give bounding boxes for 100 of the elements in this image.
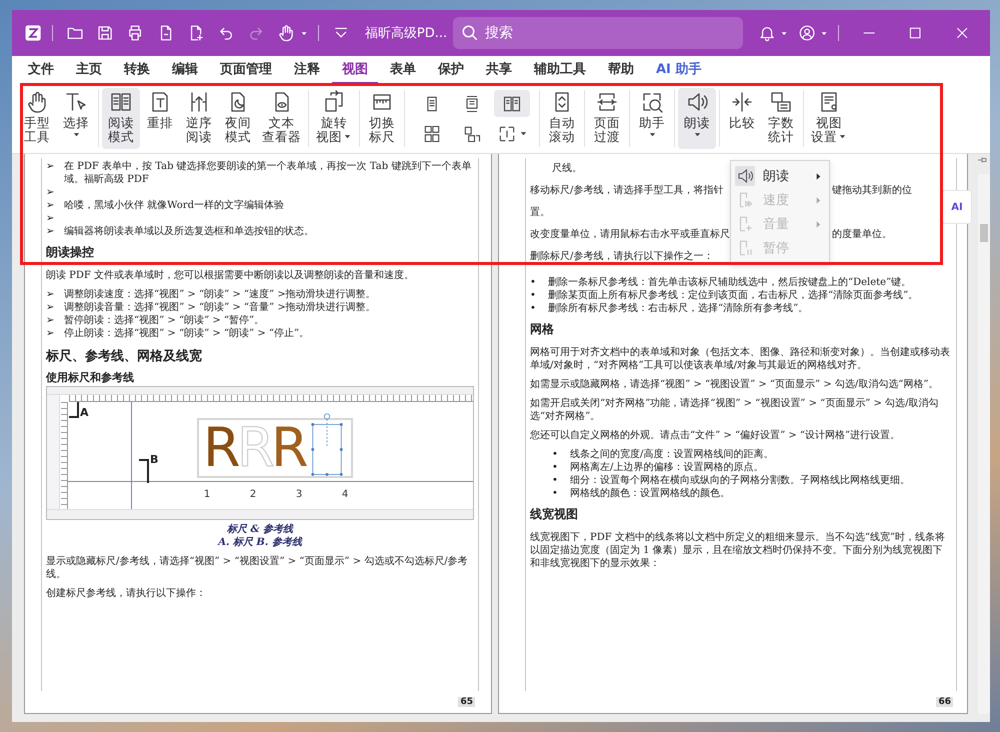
figure-caption: 标尺 & 参考线 bbox=[226, 523, 294, 536]
bullet-marker: ➢ bbox=[46, 160, 55, 174]
menu-tab[interactable]: 注释 bbox=[284, 58, 330, 84]
paragraph: 键拖动其到新的位 bbox=[831, 184, 913, 198]
section-heading: 网格 bbox=[530, 323, 555, 336]
two-page-scroll-icon bbox=[422, 124, 442, 144]
menu-tab[interactable]: 转换 bbox=[114, 58, 160, 84]
column-number: 2 bbox=[248, 488, 258, 501]
bullet-marker: ➢ bbox=[46, 225, 55, 238]
bullet-marker: • bbox=[552, 461, 559, 474]
paragraph: 创建标尺参考线，请执行以下操作： bbox=[46, 587, 207, 600]
menu-tab[interactable]: 保护 bbox=[428, 58, 474, 84]
paragraph: 尺线。 bbox=[551, 162, 583, 176]
ribbon-button[interactable]: 比较 bbox=[723, 88, 761, 149]
list-item-text: 细分：设置每个网格在横向或纵向的子网格分割数。子网格线比网格线更细。 bbox=[570, 474, 910, 487]
caret-icon bbox=[518, 129, 528, 138]
list-item-text: 网格线的颜色：设置网格线的颜色。 bbox=[570, 487, 730, 500]
bullet-marker: ➢ bbox=[46, 314, 55, 327]
paragraph: 删除标尺/参考线，请执行以下操作之一： bbox=[530, 250, 714, 264]
ribbon-button[interactable]: 重排 bbox=[141, 88, 179, 149]
paragraph: 线宽视图下，PDF 文档中的线条将以文档中所定义的粗细来显示。当不勾选“线宽”时，线条将以固定描边宽度（固定为 1 像素）显示，且在缩放文档时仍保持不变。下面分别为线宽视图下和非线宽视图下的显示效果： bbox=[530, 531, 946, 570]
bullet-marker: • bbox=[530, 276, 537, 289]
ribbon-button[interactable]: 手型 工具 bbox=[18, 88, 56, 149]
submenu-arrow-icon bbox=[814, 196, 823, 204]
page-number: 65 bbox=[458, 697, 475, 707]
menu-tab[interactable]: 文件 bbox=[18, 58, 64, 84]
paragraph: 网格可用于对齐文档中的表单域和对象（包括文本、图像、路径和渐变对象）。当创建或移动表单域/对象时，“对齐网格”工具可以使该表单域/对象与其最近的网格线对齐。 bbox=[530, 346, 951, 372]
menu-tab[interactable]: 辅助工具 bbox=[524, 58, 596, 84]
app-logo-icon[interactable] bbox=[24, 23, 42, 43]
ribbon-button[interactable]: 夜间 模式 bbox=[219, 88, 257, 149]
ribbon-button[interactable]: 视图 设置 bbox=[807, 88, 851, 149]
list-item-text: 编辑器将朗读表单域以及所选复选框和单选按钮的状态。 bbox=[64, 225, 314, 238]
list-item-text: 线条之间的宽度/高度：设置网格线间的距离。 bbox=[570, 448, 774, 461]
view-layout-button[interactable] bbox=[494, 90, 530, 117]
subsection-heading: 使用标尺和参考线 bbox=[46, 371, 135, 384]
ribbon-button[interactable]: 切换 标尺 bbox=[363, 88, 401, 149]
list-item-text: 哈喽，黑域小伙伴 就像Word一样的文字编辑体验 bbox=[64, 199, 284, 212]
paragraph: 您还可以自定义网格的外观。请点击“文件” > “偏好设置” > “设计网格”进行设置。 bbox=[530, 429, 902, 442]
figure-caption: A. 标尺 B. 参考线 bbox=[216, 536, 304, 549]
ribbon-button[interactable]: 旋转 视图 bbox=[312, 88, 356, 149]
menu-tab[interactable]: 帮助 bbox=[598, 58, 644, 84]
ai-assistant-button[interactable]: AI bbox=[942, 190, 972, 224]
ribbon-button[interactable]: 字数 统计 bbox=[762, 88, 800, 149]
callout-label: A bbox=[80, 406, 89, 419]
column-number: 4 bbox=[340, 488, 350, 501]
menu-item[interactable]: 朗读 bbox=[731, 164, 829, 188]
list-item-text: 删除一条标尺参考线：首先单击该标尺辅助线选中，然后按键盘上的“Delete”键。 bbox=[548, 276, 912, 289]
bullet-marker: ➢ bbox=[46, 327, 55, 340]
bullet-marker: ➢ bbox=[46, 199, 55, 212]
bullet-marker: ➢ bbox=[46, 212, 55, 225]
ribbon-button[interactable]: 助手 bbox=[633, 88, 671, 149]
menu-tab[interactable]: 视图 bbox=[332, 58, 378, 84]
bracket-drawing bbox=[139, 459, 149, 483]
menu-tab[interactable]: 页面管理 bbox=[210, 58, 282, 84]
paragraph: 如需开启或关闭“对齐网格”功能，请选择“视图” > “视图设置” > “页面显示” > 勾选/取消勾选“对齐网格”。 bbox=[530, 397, 940, 423]
list-item-text: 停止朗读：选择“视图” > “朗读” > “朗读” > “停止”。 bbox=[64, 327, 310, 340]
submenu-arrow-icon bbox=[814, 172, 823, 180]
hand-icon[interactable] bbox=[277, 23, 296, 43]
column-number: 1 bbox=[202, 488, 212, 501]
word-count-icon bbox=[769, 90, 793, 114]
list-item-text: 在 PDF 表单中，按 Tab 键选择您要朗读的第一个表单域，再按一次 Tab 键跳到下一个表单域。福昕高级 PDF bbox=[64, 160, 472, 186]
paragraph: 移动标尺/参考线，请选择手型工具，将指针 bbox=[530, 184, 724, 198]
section-heading: 朗读操控 bbox=[46, 246, 95, 259]
paragraph: 如需显示或隐藏网格，请选择“视图” > “视图设置” > “页面显示” > 勾选/取消勾选“网格”。 bbox=[530, 378, 940, 391]
ribbon-button[interactable]: 选择 bbox=[57, 88, 95, 149]
paragraph: 的度量单位。 bbox=[831, 228, 893, 242]
bullet-marker: ➢ bbox=[46, 301, 55, 314]
list-item-text: 暂停朗读：选择“视图” > “朗读” > “暂停”。 bbox=[64, 314, 264, 327]
list-item-text: 调整朗读速度：选择“视图” > “朗读” > “速度” >拖动滑块进行调整。 bbox=[64, 288, 376, 301]
bracket-drawing bbox=[69, 402, 79, 418]
ribbon-button[interactable]: 文本 查看器 bbox=[258, 88, 305, 149]
search-icon bbox=[461, 24, 480, 42]
ribbon-button[interactable]: 页面 过渡 bbox=[588, 88, 626, 149]
list-item-text: 删除所有标尺参考线：右击标尺，选择“清除所有参考线”。 bbox=[548, 302, 808, 315]
page-number: 66 bbox=[936, 697, 953, 707]
list-item-text: 删除某页面上所有标尺参考线：定位到该页面，右击标尺，选择“清除页面参考线”。 bbox=[548, 289, 918, 302]
section-heading: 线宽视图 bbox=[530, 508, 579, 521]
bullet-marker: ➢ bbox=[46, 186, 55, 199]
bullet-marker: • bbox=[552, 487, 559, 500]
ribbon-button[interactable]: 阅读 模式 bbox=[102, 88, 140, 149]
menu-tab[interactable]: 表单 bbox=[380, 58, 426, 84]
user-icon[interactable] bbox=[798, 23, 816, 43]
window-title: 福昕高级PD... bbox=[364, 25, 448, 42]
scrollbar[interactable] bbox=[978, 174, 990, 714]
menu-tab[interactable]: 编辑 bbox=[162, 58, 208, 84]
menu-tab[interactable]: 共享 bbox=[476, 58, 522, 84]
bullet-marker: • bbox=[530, 302, 537, 315]
bullet-marker: • bbox=[530, 289, 537, 302]
bullet-marker: ➢ bbox=[46, 288, 55, 301]
scrollbar-thumb[interactable] bbox=[980, 224, 988, 242]
bullet-marker: • bbox=[552, 448, 559, 461]
ribbon-button[interactable]: 逆序 阅读 bbox=[180, 88, 218, 149]
submenu-arrow-icon bbox=[814, 220, 823, 228]
sample-letter: R bbox=[203, 421, 237, 475]
menu-tab[interactable]: 主页 bbox=[66, 58, 112, 84]
ribbon-button[interactable]: 朗读 bbox=[678, 88, 716, 149]
menu-tab[interactable]: AI 助手 bbox=[646, 58, 712, 84]
list-item-text: 网格离左/上边界的偏移：设置网格的原点。 bbox=[570, 461, 764, 474]
speaker-icon bbox=[736, 167, 754, 185]
ribbon-button[interactable]: 自动 滚动 bbox=[543, 88, 581, 149]
